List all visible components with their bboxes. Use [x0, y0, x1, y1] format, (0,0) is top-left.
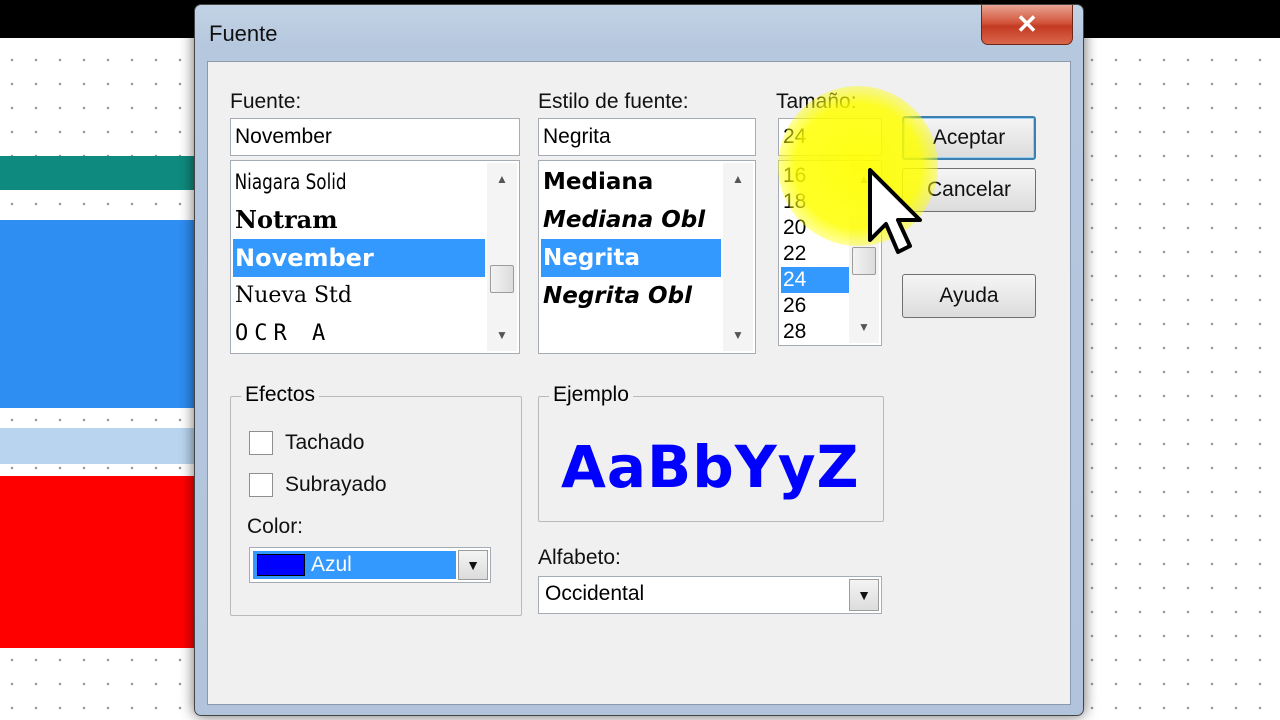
color-swatch — [257, 554, 305, 576]
close-x-icon: ✕ — [1016, 9, 1038, 39]
background-light-band — [0, 428, 200, 464]
font-list-item[interactable]: OCR A — [233, 315, 485, 353]
font-list-item[interactable]: Niagara Solid — [233, 163, 435, 201]
sample-preview: AaBbYyZz — [561, 433, 861, 501]
size-list-item[interactable]: 22 — [781, 241, 849, 267]
underline-label[interactable]: Subrayado — [285, 473, 387, 497]
strikeout-label[interactable]: Tachado — [285, 431, 364, 455]
background-red-band — [0, 476, 200, 648]
dropdown-arrow-icon[interactable]: ▼ — [458, 550, 488, 580]
font-list-scrollbar[interactable]: ▲ ▼ — [487, 163, 517, 351]
size-list-item[interactable]: 28 — [781, 319, 849, 345]
effects-group: Efectos Tachado Subrayado Color: Azul ▼ — [230, 383, 522, 616]
style-list-item[interactable]: Mediana Obl — [541, 201, 721, 239]
underline-checkbox[interactable] — [249, 473, 273, 497]
help-button[interactable]: Ayuda — [902, 274, 1036, 318]
color-select-selection: Azul — [253, 551, 456, 579]
script-select[interactable]: Occidental ▼ — [538, 576, 882, 614]
color-select[interactable]: Azul ▼ — [249, 547, 491, 583]
scroll-thumb[interactable] — [490, 265, 514, 293]
style-label: Estilo de fuente: — [538, 90, 689, 113]
style-listbox[interactable]: Mediana Mediana Obl Negrita Negrita Obl … — [538, 160, 756, 354]
color-label: Color: — [247, 515, 304, 538]
size-list-item-selected[interactable]: 24 — [781, 267, 849, 293]
background-teal-band — [0, 156, 200, 190]
style-list-item[interactable]: Negrita Obl — [541, 277, 721, 315]
down-arrow-icon[interactable]: ▼ — [849, 313, 879, 341]
sample-legend: Ejemplo — [549, 383, 633, 407]
strikeout-checkbox[interactable] — [249, 431, 273, 455]
sample-group: Ejemplo AaBbYyZz — [538, 383, 884, 522]
background-blue-band — [0, 220, 200, 408]
size-list-item[interactable]: 26 — [781, 293, 849, 319]
script-label: Alfabeto: — [538, 546, 621, 569]
mouse-pointer-icon — [868, 168, 922, 254]
dialog-client-area: Fuente: November Niagara Solid Notram No… — [207, 61, 1071, 705]
dropdown-arrow-icon[interactable]: ▼ — [849, 579, 879, 611]
up-arrow-icon[interactable]: ▲ — [723, 165, 753, 193]
font-input[interactable]: November — [230, 118, 520, 156]
style-list-scrollbar[interactable]: ▲ ▼ — [723, 163, 753, 351]
up-arrow-icon[interactable]: ▲ — [487, 165, 517, 193]
down-arrow-icon[interactable]: ▼ — [487, 321, 517, 349]
close-button[interactable]: ✕ — [981, 5, 1073, 45]
font-label: Fuente: — [230, 90, 302, 113]
down-arrow-icon[interactable]: ▼ — [723, 321, 753, 349]
script-value: Occidental — [545, 582, 645, 605]
style-list-item[interactable]: Mediana — [541, 163, 721, 201]
effects-legend: Efectos — [241, 383, 320, 407]
font-listbox[interactable]: Niagara Solid Notram November Nueva Std … — [230, 160, 520, 354]
style-input[interactable]: Negrita — [538, 118, 756, 156]
color-value: Azul — [311, 553, 352, 576]
font-dialog: Fuente ✕ Fuente: November Niagara Solid … — [194, 4, 1084, 716]
font-list-item[interactable]: Notram — [233, 201, 485, 239]
font-list-item-selected[interactable]: November — [233, 239, 485, 277]
font-list-item[interactable]: Nueva Std — [233, 277, 485, 315]
style-list-item-selected[interactable]: Negrita — [541, 239, 721, 277]
dialog-title: Fuente — [209, 21, 278, 46]
